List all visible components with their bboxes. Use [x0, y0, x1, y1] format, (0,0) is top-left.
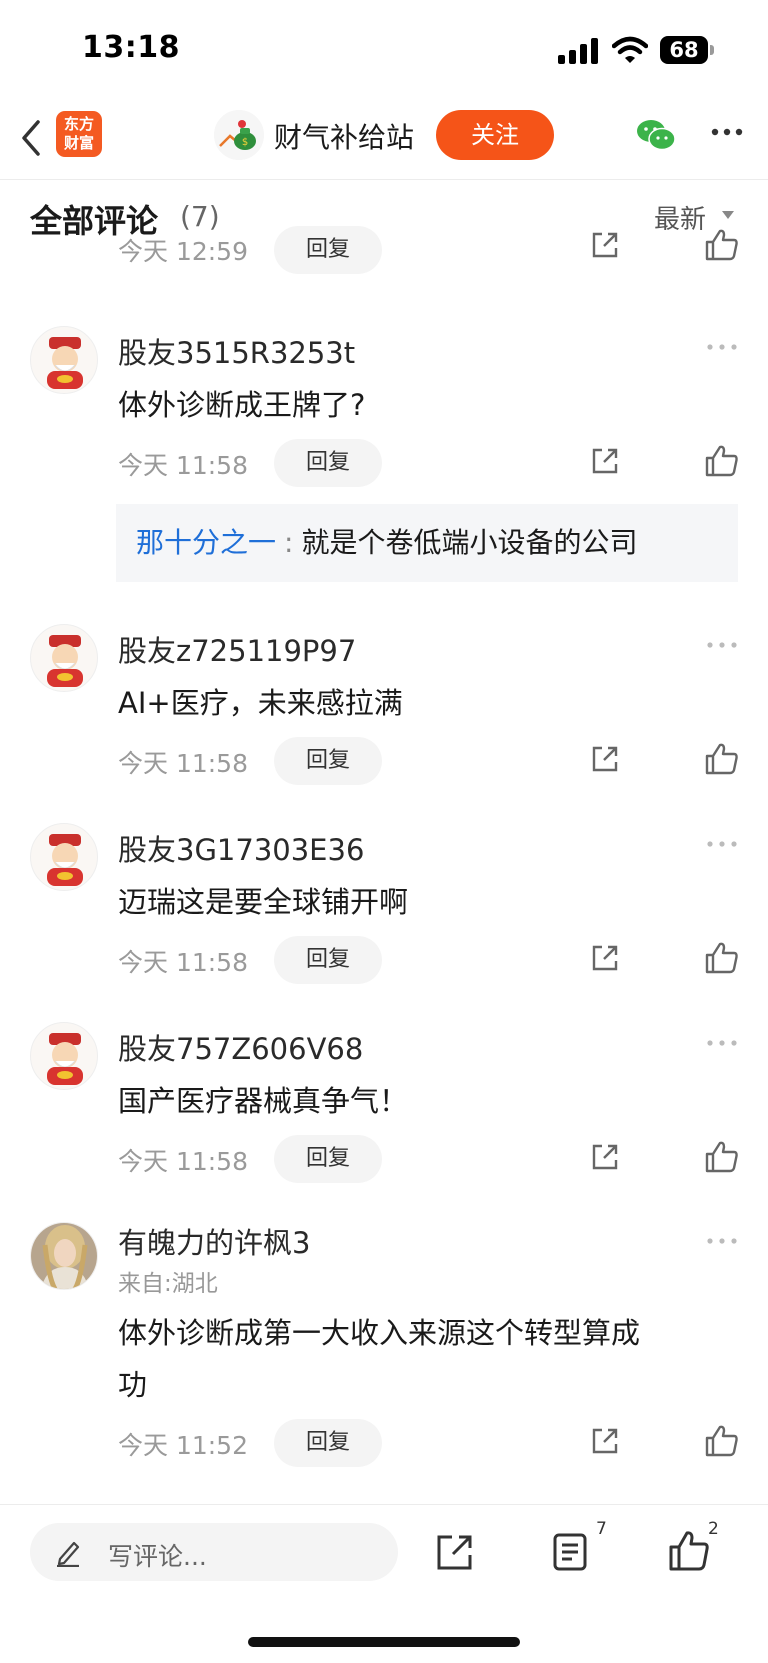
user-avatar[interactable] [30, 624, 98, 692]
wechat-icon[interactable] [636, 118, 676, 152]
reply-button[interactable]: 回复 [274, 936, 382, 984]
like-icon[interactable] [704, 444, 740, 478]
top-nav-bar: 东方 财富 $ 财气补给站 关注 [0, 100, 768, 180]
logo-line-1: 东方 [63, 115, 94, 133]
comment-item: 股友757Z606V68 国产医疗器械真争气！ 今天 11:58 回复 [0, 1022, 768, 1183]
battery-indicator: 68 [660, 36, 714, 64]
share-icon[interactable] [588, 941, 622, 975]
username[interactable]: 有魄力的许枫3 [118, 1220, 310, 1262]
like-icon[interactable] [704, 1424, 740, 1458]
pen-icon [57, 1541, 80, 1567]
comment-more-icon[interactable] [706, 1236, 738, 1246]
follow-button[interactable]: 关注 [436, 110, 554, 160]
comment-time: 今天 11:58 [118, 948, 248, 977]
user-avatar[interactable] [30, 326, 98, 394]
comment-item: 股友3G17303E36 迈瑞这是要全球铺开啊 今天 11:58 回复 [0, 823, 768, 984]
back-icon[interactable] [16, 116, 46, 160]
share-icon[interactable] [588, 228, 622, 262]
fortune-god-avatar-icon [47, 337, 83, 389]
share-icon[interactable] [588, 444, 622, 478]
home-indicator[interactable] [248, 1637, 520, 1647]
reply-button[interactable]: 回复 [274, 226, 382, 274]
write-comment-placeholder: 写评论... [108, 1542, 207, 1571]
username[interactable]: 股友3515R3253t [118, 330, 355, 372]
status-bar: 13:18 68 [0, 0, 768, 100]
share-icon[interactable] [434, 1531, 476, 1573]
wifi-icon [612, 36, 648, 63]
comment-count-badge: 7 [596, 1519, 607, 1539]
comment-time: 今天 11:58 [118, 749, 248, 778]
username[interactable]: 股友3G17303E36 [118, 827, 364, 869]
comment-time: 今天 11:58 [118, 1147, 248, 1176]
comment-item: 有魄力的许枫3 来自:湖北 体外诊断成第一大收入来源这个转型算成 功 今天 11… [0, 1222, 768, 1482]
svg-text:$: $ [242, 137, 248, 148]
comment-text: 国产医疗器械真争气！ [118, 1084, 409, 1118]
write-comment-input[interactable]: 写评论... [30, 1523, 398, 1581]
comment-text-line-1: 体外诊断成第一大收入来源这个转型算成 [118, 1316, 641, 1350]
like-icon[interactable] [668, 1529, 710, 1573]
comment-time: 今天 12:59 [118, 237, 248, 266]
channel-name[interactable]: 财气补给站 [274, 116, 414, 156]
comment-more-icon[interactable] [706, 342, 738, 352]
like-icon[interactable] [704, 742, 740, 776]
comment-text-line-2: 功 [118, 1368, 148, 1402]
comment-time: 今天 11:58 [118, 451, 248, 480]
comment-more-icon[interactable] [706, 839, 738, 849]
comment-time: 今天 11:52 [118, 1431, 248, 1460]
battery-level: 68 [660, 36, 708, 64]
more-icon[interactable] [710, 126, 744, 138]
like-count-badge: 2 [708, 1519, 719, 1539]
reply-button[interactable]: 回复 [274, 439, 382, 487]
like-icon[interactable] [704, 1140, 740, 1174]
comment-more-icon[interactable] [706, 1038, 738, 1048]
partial-comment: 今天 12:59 回复 [0, 226, 768, 276]
reply-button[interactable]: 回复 [274, 1419, 382, 1467]
comment-more-icon[interactable] [706, 640, 738, 650]
like-icon[interactable] [704, 228, 740, 262]
portrait-avatar-icon [31, 1223, 97, 1289]
user-avatar[interactable] [30, 823, 98, 891]
share-icon[interactable] [588, 1424, 622, 1458]
user-avatar[interactable] [30, 1222, 98, 1290]
comment-item: 股友z725119P97 AI+医疗，未来感拉满 今天 11:58 回复 [0, 624, 768, 785]
logo-line-2: 财富 [63, 134, 94, 152]
user-avatar[interactable] [30, 1022, 98, 1090]
comment-text: 迈瑞这是要全球铺开啊 [118, 885, 409, 919]
comments-count: (7) [180, 200, 220, 233]
comment-text: 体外诊断成王牌了? [118, 388, 366, 422]
comments-list-icon[interactable] [550, 1531, 590, 1573]
user-location: 来自:湖北 [118, 1271, 218, 1297]
reply-button[interactable]: 回复 [274, 1135, 382, 1183]
fortune-god-avatar-icon [47, 834, 83, 886]
fortune-god-avatar-icon [47, 1033, 83, 1085]
app-logo[interactable]: 东方 财富 [56, 111, 102, 157]
sort-dropdown[interactable]: 最新 [654, 199, 706, 236]
sub-reply-text: 就是个卷低端小设备的公司 [301, 526, 638, 559]
fortune-god-avatar-icon [47, 635, 83, 687]
channel-avatar[interactable]: $ [214, 110, 264, 160]
sub-reply-separator: : [284, 526, 294, 559]
username[interactable]: 股友757Z606V68 [118, 1026, 363, 1068]
share-icon[interactable] [588, 742, 622, 776]
sort-caret-icon[interactable] [722, 211, 734, 219]
sub-reply[interactable]: 那十分之一: 就是个卷低端小设备的公司 [116, 504, 738, 582]
comment-text: AI+医疗，未来感拉满 [118, 686, 403, 720]
like-icon[interactable] [704, 941, 740, 975]
share-icon[interactable] [588, 1140, 622, 1174]
status-time: 13:18 [82, 30, 180, 65]
cellular-signal-icon [558, 38, 598, 64]
reply-button[interactable]: 回复 [274, 737, 382, 785]
battery-nub [710, 45, 714, 55]
sub-reply-author[interactable]: 那十分之一 [136, 526, 276, 559]
username[interactable]: 股友z725119P97 [118, 628, 356, 670]
